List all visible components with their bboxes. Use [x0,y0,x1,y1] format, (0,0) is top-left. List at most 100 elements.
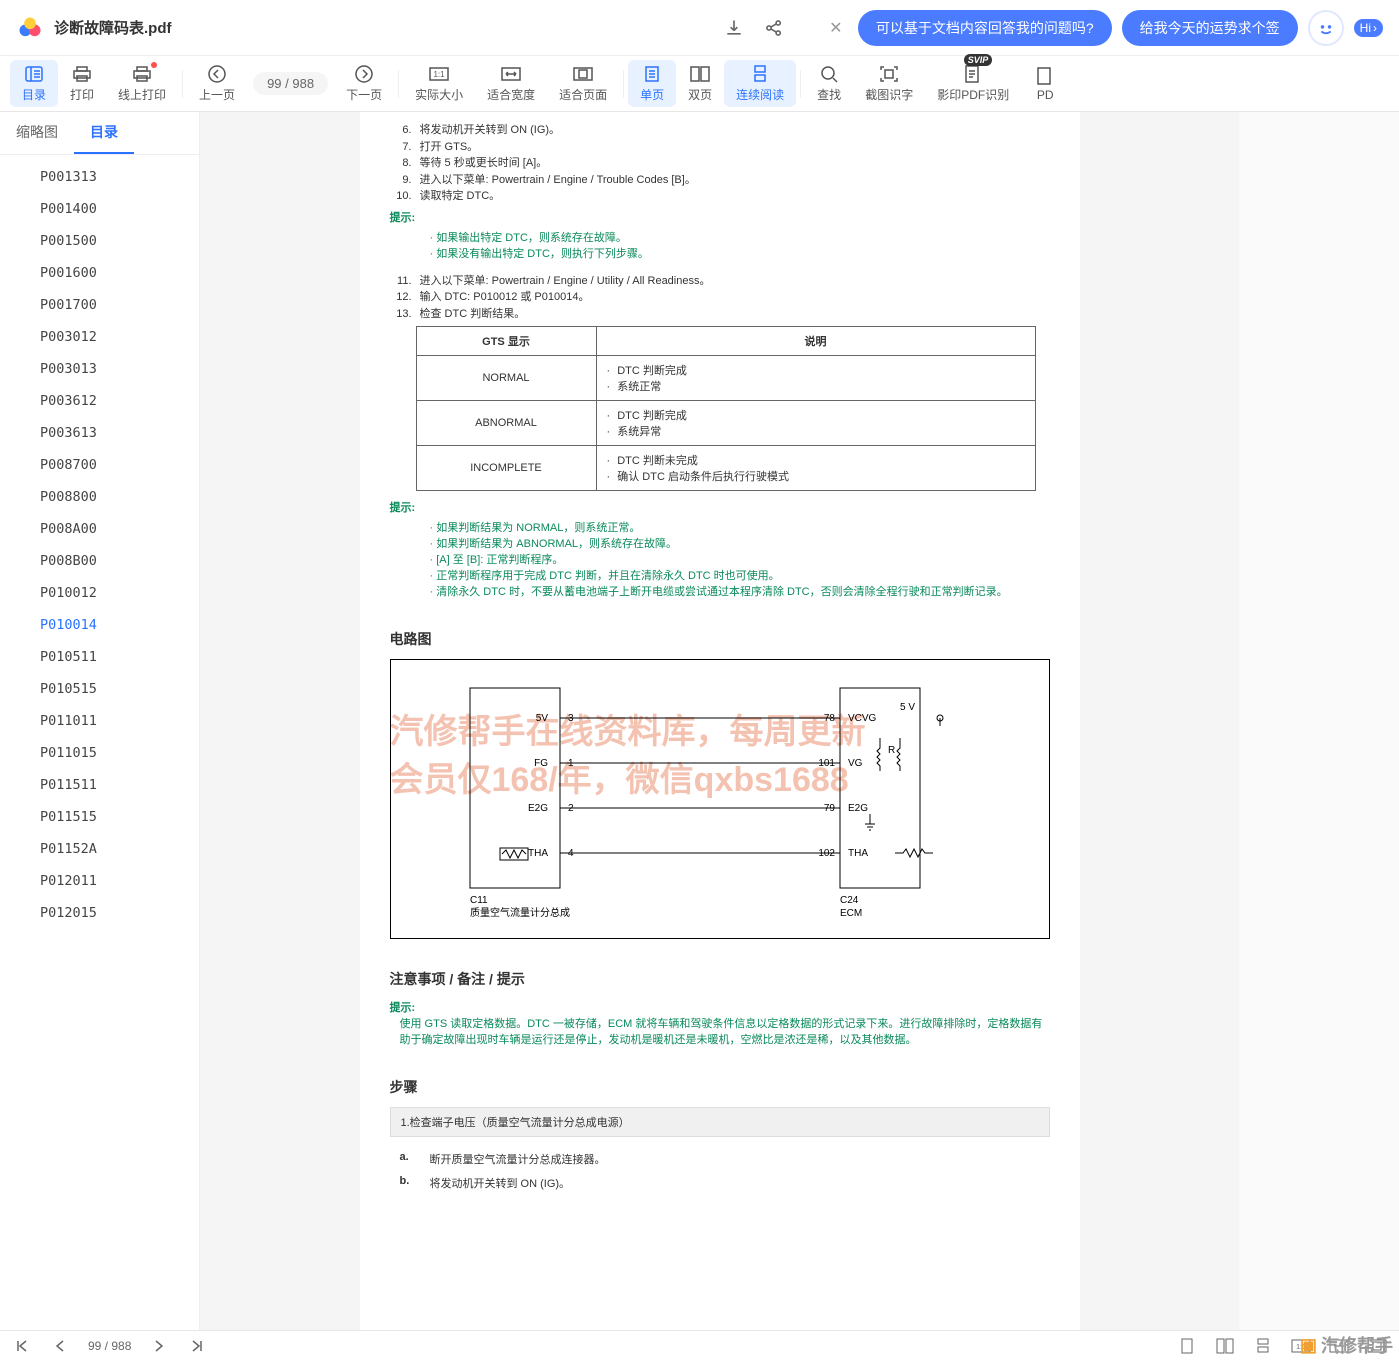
procedure-step: 10.读取特定 DTC。 [390,188,1050,205]
svg-text:E2G: E2G [848,803,868,814]
single-page-button[interactable]: 单页 [628,60,676,107]
circuit-diagram: 5V378VCVG5 VFG1101VGRE2G279E2GTHA4102THA… [390,659,1050,939]
sub-step: b.将发动机开关转到 ON (IG)。 [390,1171,1050,1195]
app-logo-icon [16,14,44,42]
ai-avatar-icon[interactable] [1308,10,1344,46]
svg-text:THA: THA [848,848,868,859]
toc-item[interactable]: P001600 [0,257,199,289]
pdf-ocr-button[interactable]: SVIP 影印PDF识别 [925,60,1021,107]
sidebar: 缩略图 目录 P001313P001400P001500P001600P0017… [0,112,200,1332]
actual-size-button[interactable]: 1:1 实际大小 [403,60,475,107]
footer-page-indicator[interactable]: 99 / 988 [88,1339,131,1353]
fit-page-button[interactable]: 适合页面 [547,60,619,107]
toc-item[interactable]: P003012 [0,321,199,353]
toc-item[interactable]: P003013 [0,353,199,385]
svg-text:质量空气流量计分总成: 质量空气流量计分总成 [470,906,570,919]
procedure-step: 8.等待 5 秒或更长时间 [A]。 [390,155,1050,172]
toc-item[interactable]: P008700 [0,449,199,481]
next-page-button[interactable]: 下一页 [334,60,394,107]
svg-text:FG: FG [534,758,548,769]
toc-item[interactable]: P012015 [0,897,199,929]
toc-item[interactable]: P010012 [0,577,199,609]
svg-text:79: 79 [823,803,835,814]
first-page-icon[interactable] [12,1337,32,1355]
svg-text:1:1: 1:1 [434,70,446,79]
svg-text:102: 102 [818,848,835,859]
section-notes-title: 注意事项 / 备注 / 提示 [390,969,1050,989]
pdf-page: 6.将发动机开关转到 ON (IG)。7.打开 GTS。8.等待 5 秒或更长时… [360,112,1080,1332]
svg-text:78: 78 [823,713,835,724]
main-area: 缩略图 目录 P001313P001400P001500P001600P0017… [0,112,1399,1332]
view-continuous-icon[interactable] [1253,1337,1273,1355]
toc-item[interactable]: P001700 [0,289,199,321]
status-bar: 99 / 988 1:1 [0,1330,1399,1360]
toc-item[interactable]: P008A00 [0,513,199,545]
print-button[interactable]: 打印 [58,60,106,107]
continuous-button[interactable]: 连续阅读 [724,60,796,107]
hi-badge[interactable]: Hi› [1354,19,1383,37]
toc-item[interactable]: P010511 [0,641,199,673]
next-page-icon[interactable] [149,1337,169,1355]
toc-item[interactable]: P011011 [0,705,199,737]
toc-item[interactable]: P010014 [0,609,199,641]
svg-text:5V: 5V [535,713,548,724]
download-icon[interactable] [720,14,748,42]
toc-item[interactable]: P008B00 [0,545,199,577]
procedure-step: 11.进入以下菜单: Powertrain / Engine / Utility… [390,273,1050,290]
svg-text:VCVG: VCVG [848,713,877,724]
double-page-button[interactable]: 双页 [676,60,724,107]
toc-item[interactable]: P001400 [0,193,199,225]
document-viewport[interactable]: 6.将发动机开关转到 ON (IG)。7.打开 GTS。8.等待 5 秒或更长时… [200,112,1239,1332]
toc-item[interactable]: P011511 [0,769,199,801]
step-1-title: 1.检查端子电压（质量空气流量计分总成电源） [390,1107,1050,1137]
web-print-button[interactable]: 线上打印 [106,60,178,107]
svg-text:R: R [888,745,895,756]
page-indicator[interactable]: 99 / 988 [253,72,328,95]
procedure-step: 7.打开 GTS。 [390,139,1050,156]
fit-width-button[interactable]: 适合宽度 [475,60,547,107]
tab-thumbnails[interactable]: 缩略图 [0,112,74,154]
toc-item[interactable]: P012011 [0,865,199,897]
svg-text:VG: VG [848,758,863,769]
svg-text:C11: C11 [470,895,488,906]
share-icon[interactable] [760,14,788,42]
toc-button[interactable]: 目录 [10,60,58,107]
document-title: 诊断故障码表.pdf [54,17,172,38]
notes-hint: 提示: 使用 GTS 读取定格数据。DTC 一被存储，ECM 就将车辆和驾驶条件… [390,999,1050,1047]
procedure-step: 6.将发动机开关转到 ON (IG)。 [390,122,1050,139]
hint-label: 提示: [390,209,1050,225]
toc-item[interactable]: P011515 [0,801,199,833]
toc-item[interactable]: P008800 [0,481,199,513]
last-page-icon[interactable] [187,1337,207,1355]
view-single-icon[interactable] [1177,1337,1197,1355]
toc-item[interactable]: P001500 [0,225,199,257]
close-icon[interactable]: ✕ [824,16,848,40]
tab-toc[interactable]: 目录 [74,112,134,154]
screenshot-ocr-button[interactable]: 截图识字 [853,60,925,107]
ai-suggestion-2[interactable]: 给我今天的运势求个签 [1122,10,1298,46]
ai-suggestion-1[interactable]: 可以基于文档内容回答我的问题吗? [858,10,1112,46]
view-double-icon[interactable] [1215,1337,1235,1355]
prev-page-icon[interactable] [50,1337,70,1355]
prev-page-button[interactable]: 上一页 [187,60,247,107]
toc-item[interactable]: P003613 [0,417,199,449]
toc-item[interactable]: P011015 [0,737,199,769]
procedure-step: 12.输入 DTC: P010012 或 P010014。 [390,289,1050,306]
pdf-more-button[interactable]: PD [1021,62,1069,106]
main-toolbar: 目录 打印 线上打印 上一页 99 / 988 下一页 1:1 实际大小 适合宽… [0,56,1399,112]
svg-text:101: 101 [818,758,835,769]
procedure-step: 9.进入以下菜单: Powertrain / Engine / Trouble … [390,172,1050,189]
find-button[interactable]: 查找 [805,60,853,107]
app-header: 诊断故障码表.pdf ✕ 可以基于文档内容回答我的问题吗? 给我今天的运势求个签… [0,0,1399,56]
svg-text:THA: THA [528,848,548,859]
toc-item[interactable]: P001313 [0,161,199,193]
ai-suggestion-bar: ✕ 可以基于文档内容回答我的问题吗? 给我今天的运势求个签 Hi› [824,10,1383,46]
hint-label-2: 提示: [390,499,1050,515]
svg-text:C24: C24 [840,895,859,906]
toc-item[interactable]: P01152A [0,833,199,865]
right-panel [1239,112,1399,1332]
toc-item[interactable]: P010515 [0,673,199,705]
brand-watermark: ▣汽修帮手 [1300,1332,1393,1358]
toc-list[interactable]: P001313P001400P001500P001600P001700P0030… [0,155,199,1332]
toc-item[interactable]: P003612 [0,385,199,417]
